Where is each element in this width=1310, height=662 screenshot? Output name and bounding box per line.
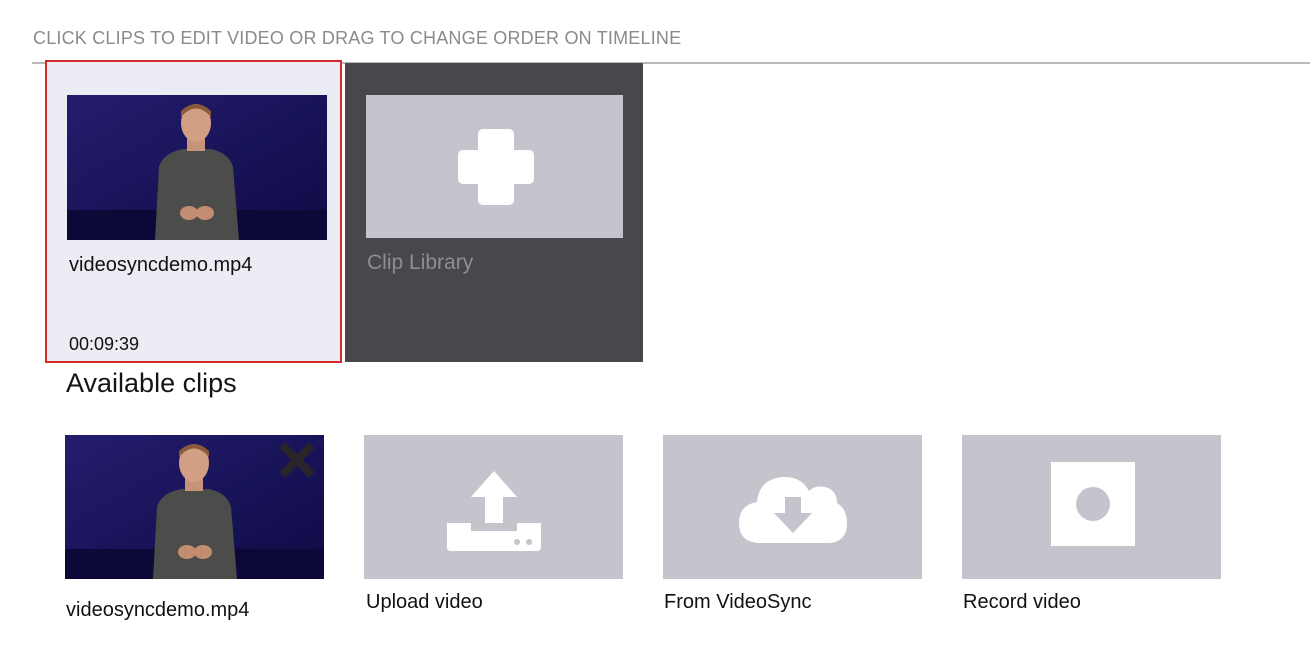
video-thumbnail	[67, 95, 327, 240]
upload-video-button[interactable]	[364, 435, 623, 579]
close-icon[interactable]	[280, 443, 314, 477]
available-clip-name: videosyncdemo.mp4	[66, 599, 250, 621]
record-video-button[interactable]	[962, 435, 1221, 579]
from-videosync-label: From VideoSync	[664, 591, 812, 613]
available-clips-heading: Available clips	[66, 368, 237, 398]
timeline-instructions: CLICK CLIPS TO EDIT VIDEO OR DRAG TO CHA…	[33, 28, 682, 48]
record-icon	[1051, 462, 1135, 546]
upload-video-label: Upload video	[366, 591, 483, 613]
cloud-download-icon	[739, 476, 847, 543]
clip-library-button[interactable]: Clip Library	[345, 63, 643, 362]
upload-icon	[447, 471, 541, 551]
timeline-clip-duration: 00:09:39	[69, 334, 140, 354]
record-video-label: Record video	[963, 591, 1081, 613]
available-clip[interactable]	[65, 435, 324, 579]
clip-library-label: Clip Library	[367, 251, 474, 274]
plus-icon	[366, 95, 623, 238]
timeline-clip[interactable]: videosyncdemo.mp4 00:09:39	[45, 60, 342, 363]
timeline-clip-name: videosyncdemo.mp4	[69, 254, 253, 276]
from-videosync-button[interactable]	[663, 435, 922, 579]
